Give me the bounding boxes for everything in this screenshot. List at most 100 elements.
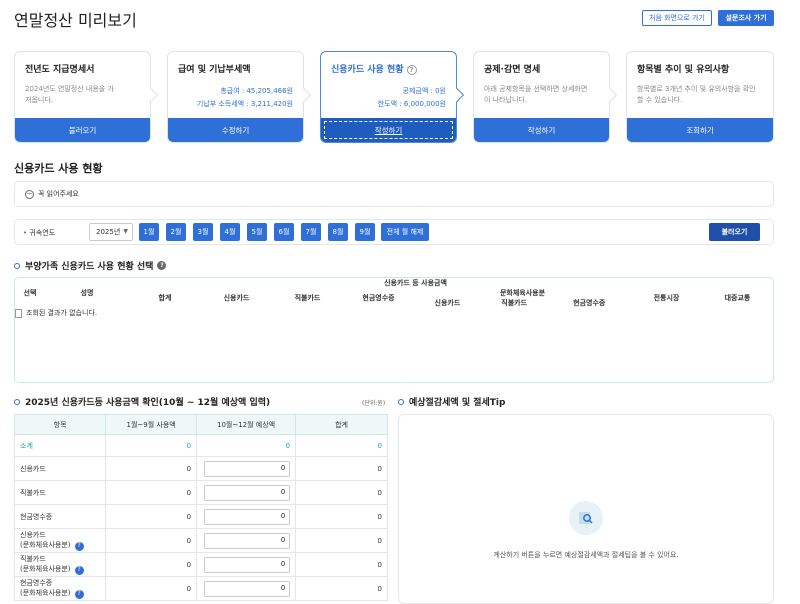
write-deductions-button[interactable]: 작성하기 [474,118,609,142]
step-desc: 2024년도 연말정산 내용을 가져옵니다. [25,85,114,104]
cell-sum: 0 [295,434,388,457]
step-title: 공제·감면 명세 [484,65,541,75]
oct-dec-input[interactable] [204,460,291,477]
limit-amount-value: 한도액 : 6,000,000원 [377,100,446,108]
step-card-prev-year: 전년도 지급명세서 2024년도 연말정산 내용을 가져옵니다. 불러오기 [14,51,151,143]
row-label: 현금영수증 [13,504,107,529]
amounts-title: 2025년 신용카드등 사용금액 확인(10월 ~ 12월 예상액 입력) [14,395,270,408]
cell-sum: 0 [295,480,388,505]
load-prev-year-button[interactable]: 불러오기 [15,118,150,142]
help-icon[interactable]: ? [74,565,84,575]
step-title: 항목별 추이 및 유의사항 [637,65,730,75]
cell-oct-dec [196,552,297,577]
month-button-8[interactable]: 8월 [328,223,348,241]
step-title: 전년도 지급명세서 [25,65,95,75]
cell-jan-sep: 0 [105,504,198,529]
month-button-3[interactable]: 3월 [193,223,213,241]
col-sum: 합계 [295,414,388,435]
write-credit-card-button[interactable]: 작성하기 [321,118,456,142]
row-label: 소계 [13,434,107,457]
cell-oct-dec: 0 [196,434,297,457]
month-button-6[interactable]: 6월 [274,223,294,241]
help-icon[interactable]: ? [157,261,167,270]
row-label: 신용카드 (문화체육사용분)? [13,528,107,553]
row-label: 직불카드 (문화체육사용분)? [13,552,107,577]
toggle-all-months-button[interactable]: 전체 월 해제 [381,223,429,241]
survey-button[interactable]: 설문조사 가기 [718,10,774,26]
col-culture-cash: 현금영수증 [573,299,606,307]
cell-jan-sep: 0 [105,434,198,457]
month-button-9[interactable]: 9월 [355,223,375,241]
notice-label: 꼭 읽어주세요 [38,190,79,198]
document-icon [15,308,22,318]
step-card-trends: 항목별 추이 및 유의사항 항목별로 3개년 추이 및 유의사항을 확인할 수 … [626,51,774,143]
month-button-2[interactable]: 2월 [166,223,186,241]
help-icon[interactable]: ? [406,64,417,75]
section-title: 신용카드 사용 현황 [14,162,103,175]
cell-sum: 0 [295,576,388,601]
cell-oct-dec [196,528,297,553]
bullet-icon [398,398,404,405]
year-bar: • 귀속연도 2025년 ▼ 1월 2월 3월 4월 5월 6월 7월 8월 9월… [14,219,774,245]
year-label: • 귀속연도 [23,229,56,237]
page-title: 연말정산 미리보기 [14,11,137,30]
col-name: 성명 [80,289,94,297]
month-button-5[interactable]: 5월 [247,223,267,241]
search-document-icon [569,501,603,535]
oct-dec-input[interactable] [204,532,291,549]
oct-dec-input[interactable] [204,556,291,573]
table-row: 현금영수증 0 0 [13,504,388,529]
top-bar: 연말정산 미리보기 처음 화면으로 가기 설문조사 가기 [0,0,800,38]
load-button[interactable]: 불러오기 [709,223,760,241]
cell-oct-dec [196,504,297,529]
notice-toggle[interactable]: − 꼭 읽어주세요 [14,181,774,207]
unit-label: (단위:원) [362,400,386,407]
cell-sum: 0 [295,504,388,529]
month-button-7[interactable]: 7월 [301,223,321,241]
cell-jan-sep: 0 [105,576,198,601]
tip-title: 예상절감세액 및 절세Tip [398,395,505,408]
month-button-4[interactable]: 4월 [220,223,240,241]
step-title: 급여 및 기납부세액 [178,65,251,75]
empty-row: 조회된 결과가 없습니다. [15,308,702,318]
row-label: 현금영수증 (문화체육사용분)? [13,576,107,601]
col-transit: 대중교통 [724,294,751,302]
year-select[interactable]: 2025년 ▼ [89,223,133,241]
table-row: 소계 0 0 0 [13,434,388,457]
cell-jan-sep: 0 [105,528,198,553]
oct-dec-input[interactable] [204,580,291,597]
dependents-table: 선택 성명 신용카드 등 사용금액 합계 신용카드 직불카드 현금영수증 문화체… [15,278,773,318]
step-card-credit-card: 신용카드 사용 현황? 공제금액 : 0원 한도액 : 6,000,000원 작… [320,51,457,143]
oct-dec-input[interactable] [204,484,291,501]
group-usage: 신용카드 등 사용금액 [384,279,447,287]
tip-message: 계산하기 버튼을 누르면 예상절감세액과 절세팁을 볼 수 있어요. [493,551,679,559]
col-market: 전통시장 [653,294,680,302]
row-label: 신용카드 [13,456,107,481]
col-credit: 신용카드 [223,294,250,302]
collapse-icon: − [25,189,34,199]
col-item: 항목 [13,414,107,435]
step-card-deductions: 공제·감면 명세 아래 공제항목을 선택하면 상세화면이 나타납니다. 작성하기 [473,51,610,143]
total-salary-value: 총급여 : 45,205,466원 [220,87,293,95]
cell-oct-dec [196,576,297,601]
table-row: 신용카드 0 0 [13,456,388,481]
edit-salary-button[interactable]: 수정하기 [168,118,303,142]
month-button-1[interactable]: 1월 [139,223,159,241]
cell-oct-dec [196,456,297,481]
help-icon[interactable]: ? [74,589,84,599]
help-icon[interactable]: ? [74,541,84,551]
col-jan-sep: 1월~9월 사용액 [105,414,198,435]
oct-dec-input[interactable] [204,508,291,525]
col-debit: 직불카드 [294,294,321,302]
cell-jan-sep: 0 [105,552,198,577]
step-card-salary: 급여 및 기납부세액 총급여 : 45,205,466원 기납부 소득세액 : … [167,51,304,143]
col-cash: 현금영수증 [362,294,395,302]
tip-panel: 계산하기 버튼을 누르면 예상절감세액과 절세팁을 볼 수 있어요. [398,414,774,604]
cell-jan-sep: 0 [105,456,198,481]
prepaid-tax-value: 기납부 소득세액 : 3,211,420원 [196,100,293,108]
cell-oct-dec [196,480,297,505]
cell-sum: 0 [295,552,388,577]
go-first-screen-button[interactable]: 처음 화면으로 가기 [642,10,712,26]
dependents-table-wrapper: 선택 성명 신용카드 등 사용금액 합계 신용카드 직불카드 현금영수증 문화체… [14,277,774,383]
view-trends-button[interactable]: 조회하기 [627,118,773,142]
